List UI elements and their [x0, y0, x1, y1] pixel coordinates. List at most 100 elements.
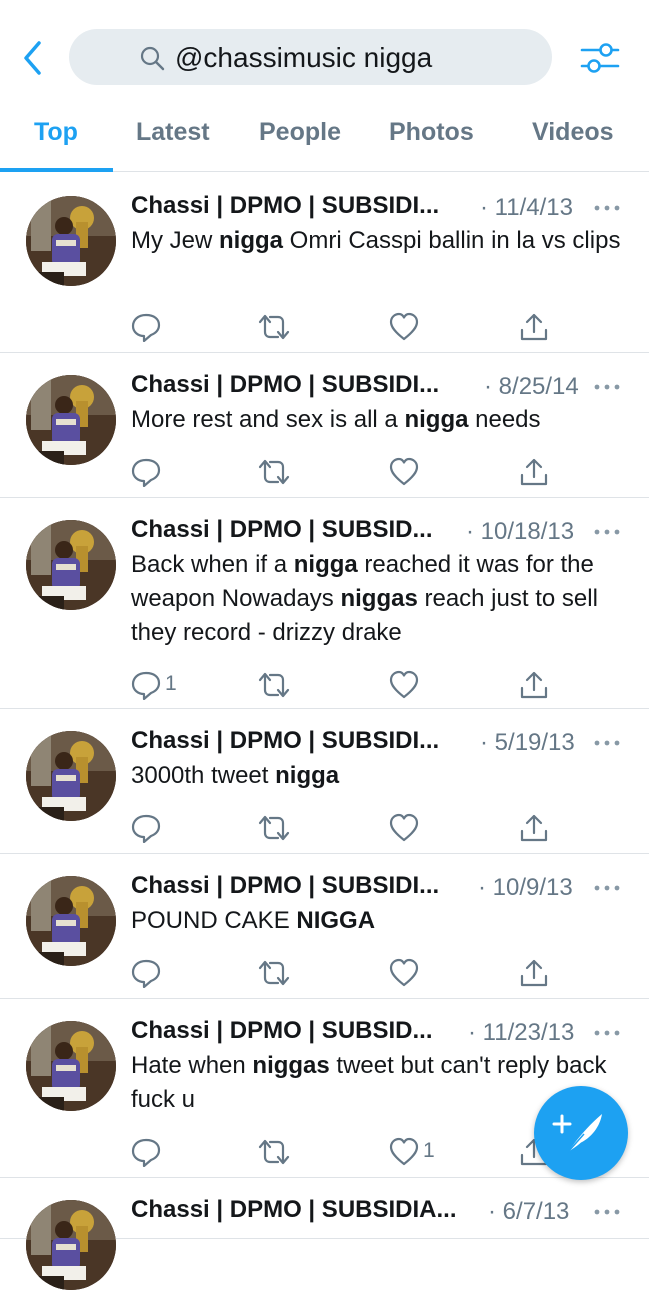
like-button[interactable] [389, 312, 419, 342]
date-value: 5/19/13 [494, 729, 575, 756]
like-icon [389, 457, 419, 486]
tweet-date: · 10/9/13 [478, 874, 573, 901]
more-icon[interactable] [594, 204, 620, 212]
like-button[interactable] [389, 457, 419, 487]
share-icon [520, 313, 548, 341]
tweet-date: · 8/25/14 [484, 373, 579, 400]
retweet-button[interactable] [257, 670, 291, 700]
like-button[interactable] [389, 670, 419, 700]
like-icon [389, 1137, 419, 1166]
share-icon [520, 671, 548, 699]
display-name[interactable]: Chassi | DPMO | SUBSID... [131, 1017, 433, 1044]
more-icon[interactable] [594, 1029, 620, 1037]
tweet[interactable]: Chassi | DPMO | SUBSIDI... · 5/19/13 3000t… [0, 709, 649, 854]
display-name[interactable]: Chassi | DPMO | SUBSID... [131, 516, 433, 543]
search-query[interactable]: @chassimusic nigga [175, 42, 432, 74]
filter-button[interactable] [578, 40, 622, 76]
tweet[interactable]: Chassi | DPMO | SUBSIDIA... · 6/7/13 [0, 1178, 649, 1290]
tweet-actions: 1 [131, 1137, 561, 1171]
share-icon [520, 814, 548, 842]
display-name[interactable]: Chassi | DPMO | SUBSIDI... [131, 371, 439, 398]
more-icon[interactable] [594, 739, 620, 747]
more-icon[interactable] [594, 884, 620, 892]
reply-icon [131, 1138, 161, 1167]
like-icon [389, 670, 419, 699]
retweet-button[interactable] [257, 813, 291, 843]
tweet-actions [131, 312, 561, 346]
tweet-text-part: Omri Casspi ballin in la vs clips [283, 227, 621, 254]
retweet-icon [258, 314, 290, 340]
tweet-text-part: POUND CAKE [131, 907, 297, 934]
tab-top[interactable]: Top [34, 118, 78, 147]
tweet[interactable]: Chassi | DPMO | SUBSIDI... · 10/9/13 POUND… [0, 854, 649, 999]
reply-button[interactable]: 1 [131, 670, 177, 700]
reply-icon [131, 959, 161, 988]
reply-button[interactable] [131, 457, 161, 487]
tweet-date: · 11/4/13 [480, 194, 573, 221]
compose-icon [552, 1114, 602, 1153]
avatar[interactable] [26, 1200, 116, 1290]
retweet-icon [258, 960, 290, 986]
retweet-button[interactable] [257, 1137, 291, 1167]
like-count: 1 [423, 1139, 435, 1162]
display-name[interactable]: Chassi | DPMO | SUBSIDIA... [131, 1196, 457, 1223]
more-icon[interactable] [594, 383, 620, 391]
search-tabs: Top Latest People Photos Videos [0, 105, 649, 172]
tab-photos[interactable]: Photos [389, 118, 474, 147]
avatar[interactable] [26, 196, 116, 286]
reply-icon [131, 458, 161, 487]
tab-videos[interactable]: Videos [532, 118, 614, 147]
tweet-text: POUND CAKE NIGGA [131, 904, 621, 938]
share-button[interactable] [519, 813, 549, 843]
share-button[interactable] [519, 958, 549, 988]
retweet-icon [258, 459, 290, 485]
avatar[interactable] [26, 731, 116, 821]
tweet-text-part: nigga [275, 762, 340, 789]
share-button[interactable] [519, 670, 549, 700]
avatar[interactable] [26, 520, 116, 610]
avatar[interactable] [26, 375, 116, 465]
tab-latest[interactable]: Latest [136, 118, 210, 147]
tweet-header: Chassi | DPMO | SUBSID... · 11/23/13 [131, 1017, 631, 1051]
compose-tweet-button[interactable] [534, 1086, 628, 1180]
tweet-header: Chassi | DPMO | SUBSIDI... · 10/9/13 [131, 872, 631, 906]
tweet-text-part: nigga [404, 406, 469, 433]
display-name[interactable]: Chassi | DPMO | SUBSIDI... [131, 192, 439, 219]
reply-button[interactable] [131, 813, 161, 843]
display-name[interactable]: Chassi | DPMO | SUBSIDI... [131, 727, 439, 754]
retweet-icon [258, 1139, 290, 1165]
tweet-text-part: Hate when [131, 1052, 253, 1079]
tweet-header: Chassi | DPMO | SUBSIDI... · 11/4/13 [131, 192, 631, 226]
like-button[interactable] [389, 958, 419, 988]
like-button[interactable] [389, 813, 419, 843]
more-icon[interactable] [594, 528, 620, 536]
display-name[interactable]: Chassi | DPMO | SUBSIDI... [131, 872, 439, 899]
reply-button[interactable] [131, 1137, 161, 1167]
avatar[interactable] [26, 1021, 116, 1111]
avatar[interactable] [26, 876, 116, 966]
more-icon[interactable] [594, 1208, 620, 1216]
reply-button[interactable] [131, 312, 161, 342]
tweet[interactable]: Chassi | DPMO | SUBSID... · 10/18/13 Back … [0, 498, 649, 709]
tweet[interactable]: Chassi | DPMO | SUBSIDI... · 8/25/14 More … [0, 353, 649, 498]
retweet-button[interactable] [257, 958, 291, 988]
tweet[interactable]: Chassi | DPMO | SUBSIDI... · 11/4/13 My Je… [0, 174, 649, 353]
tab-people[interactable]: People [259, 118, 341, 147]
like-icon [389, 958, 419, 987]
tweet-text-part: nigga [219, 227, 284, 254]
share-button[interactable] [519, 312, 549, 342]
retweet-button[interactable] [257, 457, 291, 487]
tweet-actions [131, 813, 561, 847]
search-bar[interactable]: @chassimusic nigga [69, 29, 552, 85]
share-button[interactable] [519, 457, 549, 487]
retweet-icon [258, 815, 290, 841]
reply-button[interactable] [131, 958, 161, 988]
like-button[interactable]: 1 [389, 1137, 435, 1167]
tweet-actions: 1 [131, 670, 561, 704]
back-button[interactable] [20, 38, 50, 78]
retweet-button[interactable] [257, 312, 291, 342]
tweet-header: Chassi | DPMO | SUBSIDI... · 8/25/14 [131, 371, 631, 405]
tweet-text: My Jew nigga Omri Casspi ballin in la vs… [131, 224, 621, 258]
date-value: 11/23/13 [482, 1019, 575, 1046]
reply-icon [131, 313, 161, 342]
